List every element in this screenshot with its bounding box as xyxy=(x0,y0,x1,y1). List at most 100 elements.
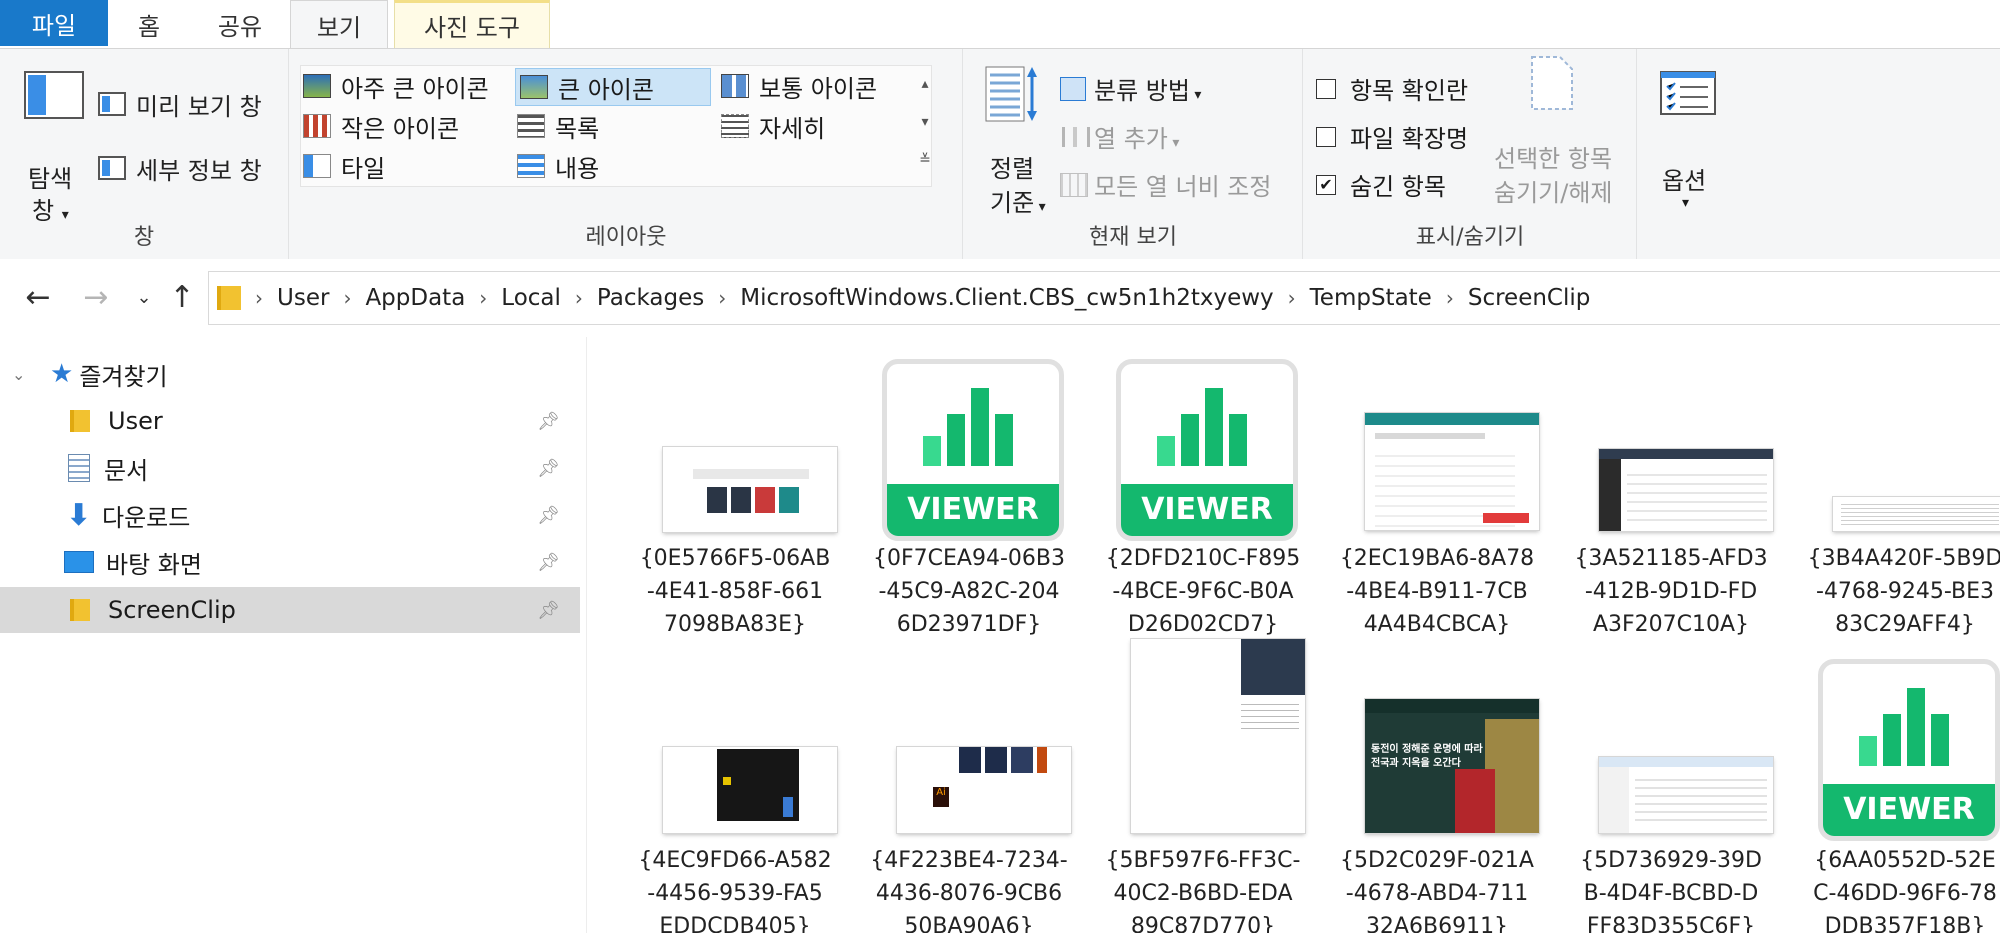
layout-large-icons[interactable]: 큰 아이콘 xyxy=(515,68,711,106)
pin-icon[interactable]: 📌︎ xyxy=(537,552,560,573)
image-thumbnail xyxy=(1599,757,1773,833)
medium-icons-icon xyxy=(721,74,749,98)
address-bar[interactable]: › User › AppData › Local › Packages › Mi… xyxy=(208,271,2000,325)
tab-photo-tools[interactable]: 사진 도구 xyxy=(394,0,550,48)
group-pane: 탐색 창 ▾ 미리 보기 창 세부 정보 창 창 xyxy=(0,49,289,259)
image-thumbnail: 동전이 정해준 운명에 따라 전국과 지옥을 오간다 xyxy=(1365,699,1539,833)
layout-extra-large-icons[interactable]: 아주 큰 아이콘 xyxy=(303,68,503,104)
pane-splitter[interactable] xyxy=(586,337,587,933)
file-item[interactable]: {3B4A420F-5B9D -4768-9245-BE3 83C29AFF4} xyxy=(1788,337,2000,637)
tab-file[interactable]: 파일 xyxy=(0,0,108,46)
tree-item-user[interactable]: User 📌︎ xyxy=(0,398,580,444)
navigation-pane-button[interactable]: 탐색 창 ▾ xyxy=(14,71,92,225)
tiles-icon xyxy=(303,154,331,178)
image-thumbnail xyxy=(663,747,837,833)
group-layout-label: 레이아웃 xyxy=(585,225,667,250)
pin-icon[interactable]: 📌︎ xyxy=(537,600,560,621)
file-item[interactable]: {5BF597F6-FF3C- 40C2-B6BD-EDA 89C87D770} xyxy=(1086,639,1320,933)
hidden-items-checkbox[interactable]: ✔ xyxy=(1316,174,1336,195)
layout-details[interactable]: 자세히 xyxy=(721,108,921,144)
group-pane-label: 창 xyxy=(133,225,155,250)
pin-icon[interactable]: 📌︎ xyxy=(537,458,560,479)
arrow-right-icon: → xyxy=(83,279,109,315)
tab-view[interactable]: 보기 xyxy=(290,0,388,49)
tree-quick-access[interactable]: ⌄ ★ 즐겨찾기 xyxy=(0,351,580,397)
navigation-pane-icon xyxy=(24,71,84,119)
options-icon xyxy=(1660,71,1716,115)
layout-content[interactable]: 내용 xyxy=(517,148,717,184)
file-item[interactable]: VIEWER {0F7CEA94-06B3 -45C9-A82C-204 6D239… xyxy=(852,337,1086,637)
chevron-down-icon: ▾ xyxy=(1682,195,1690,211)
options-button[interactable]: 옵션 ▾ xyxy=(1654,71,1724,211)
pin-icon[interactable]: 📌︎ xyxy=(537,411,560,432)
forward-button[interactable]: → xyxy=(76,277,116,317)
file-extensions-toggle[interactable]: 파일 확장명 xyxy=(1316,119,1468,154)
viewer-badge: VIEWER xyxy=(887,484,1059,536)
layout-list[interactable]: 목록 xyxy=(517,108,717,144)
sort-by-icon xyxy=(985,66,1037,122)
scroll-down-icon[interactable]: ▾ xyxy=(914,103,936,141)
file-item[interactable]: {3A521185-AFD3 -412B-9D1D-FD A3F207C10A} xyxy=(1554,337,1788,637)
breadcrumb-tempstate[interactable]: TempState xyxy=(1310,285,1432,311)
breadcrumb-packages[interactable]: Packages xyxy=(597,285,704,311)
viewer-app-icon: VIEWER xyxy=(1116,359,1298,541)
breadcrumb-user[interactable]: User xyxy=(277,285,329,311)
item-checkboxes-toggle[interactable]: 항목 확인란 xyxy=(1316,71,1468,106)
hidden-items-toggle[interactable]: ✔ 숨긴 항목 xyxy=(1316,167,1446,202)
folder-icon xyxy=(70,410,90,432)
ribbon-tab-strip: 파일 홈 공유 보기 사진 도구 xyxy=(0,0,2000,49)
file-name: {0F7CEA94-06B3 -45C9-A82C-204 6D23971DF} xyxy=(873,546,1065,637)
group-by-icon xyxy=(1060,77,1086,101)
up-button[interactable]: ↑ xyxy=(162,277,202,317)
group-layout: 아주 큰 아이콘 큰 아이콘 보통 아이콘 작은 아이콘 목록 자세히 타일 내… xyxy=(290,49,963,259)
file-item[interactable]: {4EC9FD66-A582 -4456-9539-FA5 EDDCDB405} xyxy=(618,639,852,933)
group-current-view: 정렬 기준 ▾ 분류 방법 ▾ 열 추가 ▾ 모든 열 너비 조정 현재 보기 xyxy=(964,49,1303,259)
hide-selected-label1: 선택한 항목 xyxy=(1494,145,1613,173)
item-checkboxes-checkbox[interactable] xyxy=(1316,78,1336,99)
file-item[interactable]: {5D736929-39D B-4D4F-BCBD-D FF83D355C6F} xyxy=(1554,639,1788,933)
gallery-more-icon[interactable]: ≚ xyxy=(914,141,936,179)
chevron-down-icon: ⌄ xyxy=(12,364,26,384)
size-columns-icon xyxy=(1060,173,1088,197)
layout-gallery-scroll[interactable]: ▴ ▾ ≚ xyxy=(914,65,936,185)
sort-by-button[interactable]: 정렬 기준 ▾ xyxy=(976,65,1048,217)
group-show-hide: 항목 확인란 파일 확장명 ✔ 숨긴 항목 선택한 항목 숨기기/해제 표시/숨기… xyxy=(1304,49,1637,259)
breadcrumb-local[interactable]: Local xyxy=(501,285,561,311)
layout-small-icons[interactable]: 작은 아이콘 xyxy=(303,108,503,144)
file-item[interactable]: 동전이 정해준 운명에 따라 전국과 지옥을 오간다 {5D2C029F-021A… xyxy=(1320,639,1554,933)
checkmark-icon: ✔ xyxy=(1319,174,1333,194)
hide-selected-items-button[interactable]: 선택한 항목 숨기기/해제 xyxy=(1488,55,1618,207)
back-button[interactable]: ← xyxy=(18,277,58,317)
breadcrumb-screenclip[interactable]: ScreenClip xyxy=(1468,285,1591,311)
file-item[interactable]: {2EC19BA6-8A78 -4BE4-B911-7CB 4A4B4CBCA} xyxy=(1320,337,1554,637)
tab-share[interactable]: 공유 xyxy=(200,0,280,48)
breadcrumb-package-folder[interactable]: MicrosoftWindows.Client.CBS_cw5n1h2txyew… xyxy=(740,285,1273,311)
tab-home[interactable]: 홈 xyxy=(118,0,180,48)
preview-pane-icon xyxy=(98,92,126,116)
layout-tiles[interactable]: 타일 xyxy=(303,148,503,184)
size-all-columns-label: 모든 열 너비 조정 xyxy=(1094,173,1272,201)
chevron-down-icon: ▾ xyxy=(1167,135,1180,151)
file-extensions-checkbox[interactable] xyxy=(1316,126,1336,147)
file-item[interactable]: Ai {4F223BE4-7234- 4436-8076-9CB6 50BA90A6… xyxy=(852,639,1086,933)
navigation-bar: ← → ⌄ ↑ › User › AppData › Local › Packa… xyxy=(0,259,2000,337)
file-item[interactable]: {0E5766F5-06AB -4E41-858F-661 7098BA83E} xyxy=(618,337,852,637)
add-columns-icon xyxy=(1062,127,1090,147)
sort-by-label2: 기준 ▾ xyxy=(990,189,1046,217)
navigation-pane: ⌄ ★ 즐겨찾기 User 📌︎ 문서 📌︎ ⬇ 다운로드 📌︎ 바탕 화면 📌… xyxy=(0,337,586,933)
tree-item-downloads[interactable]: ⬇ 다운로드 📌︎ xyxy=(0,492,580,538)
tree-item-desktop[interactable]: 바탕 화면 📌︎ xyxy=(0,539,580,585)
layout-medium-icons[interactable]: 보통 아이콘 xyxy=(721,68,921,104)
recent-locations-button[interactable]: ⌄ xyxy=(124,277,164,317)
breadcrumb-appdata[interactable]: AppData xyxy=(365,285,465,311)
tree-item-screenclip[interactable]: ScreenClip 📌︎ xyxy=(0,587,580,633)
pin-icon[interactable]: 📌︎ xyxy=(537,505,560,526)
image-thumbnail xyxy=(1599,449,1773,531)
file-name: {4F223BE4-7234- 4436-8076-9CB6 50BA90A6} xyxy=(870,848,1068,933)
file-item[interactable]: VIEWER {2DFD210C-F895 -4BCE-9F6C-B0A D26D0… xyxy=(1086,337,1320,637)
breadcrumb-separator: › xyxy=(718,286,727,310)
file-name: {2EC19BA6-8A78 -4BE4-B911-7CB 4A4B4CBCA} xyxy=(1339,546,1535,637)
scroll-up-icon[interactable]: ▴ xyxy=(914,65,936,103)
file-item[interactable]: VIEWER {6AA0552D-52E C-46DD-96F6-78 DDB357… xyxy=(1788,639,2000,933)
tree-item-documents[interactable]: 문서 📌︎ xyxy=(0,445,580,491)
